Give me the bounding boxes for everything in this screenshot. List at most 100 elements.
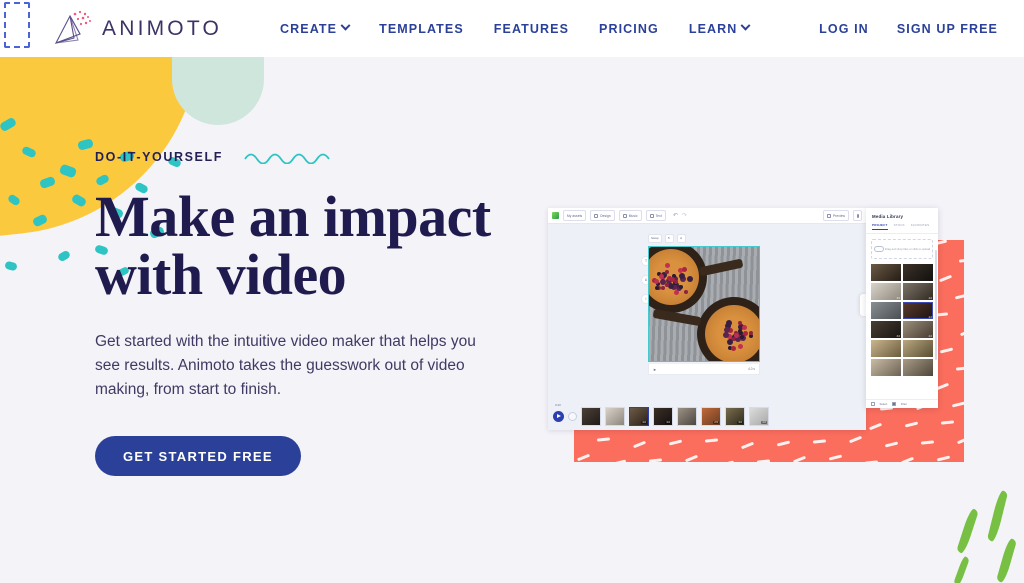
animoto-logo[interactable]: ANIMOTO bbox=[50, 10, 222, 48]
tab-favorites[interactable]: FAVORITES bbox=[911, 223, 929, 230]
animoto-fan-logo-icon bbox=[50, 10, 96, 48]
nav-item-templates[interactable]: TEMPLATES bbox=[379, 22, 464, 36]
clip-duration-badge: 4.0 bbox=[641, 421, 647, 424]
nav-item-pricing[interactable]: PRICING bbox=[599, 22, 659, 36]
toolbar-text-label: Text bbox=[656, 214, 662, 218]
media-library-tabs: PROJECT STOCK FAVORITES bbox=[866, 223, 938, 234]
login-link[interactable]: LOG IN bbox=[819, 22, 869, 36]
media-library-panel: Media Library PROJECT STOCK FAVORITES Dr… bbox=[866, 208, 938, 408]
media-thumbnail[interactable] bbox=[871, 340, 901, 357]
timeline-clip[interactable] bbox=[605, 407, 625, 426]
brush-stroke bbox=[577, 454, 590, 462]
select-checkbox-icon[interactable] bbox=[871, 402, 875, 406]
media-thumbnail[interactable]: 2.0 bbox=[903, 321, 933, 338]
canvas-photo[interactable] bbox=[648, 246, 760, 362]
tab-stock[interactable]: STOCK bbox=[894, 223, 905, 230]
timeline-clip[interactable]: 3.0 bbox=[725, 407, 745, 426]
thumbnail-duration: 3.0 bbox=[897, 335, 900, 338]
brush-stroke bbox=[865, 460, 878, 462]
frame-swap-button[interactable]: Swap bbox=[648, 234, 662, 243]
media-thumbnail[interactable] bbox=[871, 359, 901, 376]
rotate-icon[interactable]: ↻ bbox=[665, 234, 674, 243]
berry bbox=[738, 344, 743, 349]
brush-stroke bbox=[669, 439, 682, 445]
frame-toolbar: Swap ↻ ⎈ bbox=[648, 233, 686, 243]
brush-stroke bbox=[705, 438, 718, 442]
media-thumbnail[interactable] bbox=[871, 302, 901, 319]
cloud-upload-icon bbox=[874, 246, 882, 252]
nav-item-create[interactable]: CREATE bbox=[280, 22, 349, 36]
brush-stroke bbox=[957, 437, 964, 445]
clip-duration-badge: 3.0 bbox=[737, 421, 743, 424]
nav-item-features-label: FEATURES bbox=[494, 22, 569, 36]
brush-stroke bbox=[937, 455, 950, 461]
signup-link[interactable]: SIGN UP FREE bbox=[897, 22, 998, 36]
redo-icon[interactable]: ↷ bbox=[682, 212, 687, 219]
toolbar-design-label: Design bbox=[600, 214, 611, 218]
media-library-scrollbar[interactable] bbox=[935, 250, 937, 360]
play-icon[interactable]: ► bbox=[653, 367, 657, 372]
headline-line-1: Make an impact bbox=[95, 184, 491, 249]
timeline-play-button[interactable] bbox=[553, 411, 564, 422]
trash-icon[interactable]: ⎈ bbox=[677, 234, 686, 243]
berry bbox=[659, 274, 664, 279]
photo-duration: 4.0 s bbox=[748, 367, 755, 371]
timeline-clip[interactable] bbox=[677, 407, 697, 426]
media-thumbnail[interactable] bbox=[871, 264, 901, 281]
get-started-free-button[interactable]: GET STARTED FREE bbox=[95, 436, 301, 476]
filter-icon[interactable] bbox=[892, 402, 896, 406]
timeline-clip[interactable]: 4.0 bbox=[749, 407, 769, 426]
select-label: Select bbox=[880, 402, 888, 406]
media-thumbnail[interactable]: 4.0 bbox=[903, 283, 933, 300]
berry bbox=[682, 267, 687, 272]
timeline-clip[interactable] bbox=[581, 407, 601, 426]
tab-project[interactable]: PROJECT bbox=[872, 223, 888, 230]
clip-duration-badge: 3.0 bbox=[665, 421, 671, 424]
brush-stroke bbox=[613, 459, 626, 462]
nav-item-features[interactable]: FEATURES bbox=[494, 22, 569, 36]
timeline-clip[interactable]: 3.0 bbox=[653, 407, 673, 426]
media-library-title: Media Library bbox=[866, 208, 938, 223]
squiggle-icon bbox=[243, 150, 343, 164]
media-thumbnail[interactable] bbox=[903, 264, 933, 281]
undo-icon[interactable]: ↶ bbox=[673, 212, 678, 219]
toolbar-design-button[interactable]: Design bbox=[590, 210, 615, 221]
focus-outline-box bbox=[4, 2, 30, 48]
share-icon bbox=[857, 214, 859, 218]
brush-stroke bbox=[921, 440, 934, 444]
media-thumbnail[interactable]: 3.0 bbox=[871, 283, 901, 300]
timeline-add-button[interactable] bbox=[568, 412, 577, 421]
brush-stroke bbox=[905, 421, 918, 427]
page-title: Make an impact with video bbox=[95, 188, 525, 304]
media-thumbnail[interactable]: 4.0 bbox=[903, 302, 933, 319]
toolbar-music-button[interactable]: Music bbox=[619, 210, 642, 221]
hero-eyebrow: DO-IT-YOURSELF bbox=[95, 150, 223, 164]
brush-stroke bbox=[960, 329, 964, 337]
toolbar-text-button[interactable]: Text bbox=[646, 210, 666, 221]
editor-toolbar: My assets Design Music Text ↶ ↷ Preview bbox=[548, 208, 866, 224]
media-thumbnail[interactable] bbox=[903, 340, 933, 357]
nav-item-learn[interactable]: LEARN bbox=[689, 22, 750, 36]
brush-stroke bbox=[955, 293, 964, 299]
toolbar-my-assets-button[interactable]: My assets bbox=[563, 210, 586, 221]
nav-item-learn-label: LEARN bbox=[689, 22, 738, 36]
media-thumbnail[interactable]: 3.0 bbox=[871, 321, 901, 338]
timeline-clip-strip: 4.0 3.0 2.5 3.0 4.0 bbox=[581, 407, 769, 426]
upload-dropzone[interactable]: Drag and drop files or click to upload bbox=[871, 239, 933, 259]
main-nav-links: CREATE TEMPLATES FEATURES PRICING LEARN bbox=[280, 22, 749, 36]
clip-duration-badge: 2.5 bbox=[713, 421, 719, 424]
brush-stroke bbox=[939, 275, 952, 283]
hero-subcopy: Get started with the intuitive video mak… bbox=[95, 330, 495, 402]
timeline-duration: 0:20 bbox=[555, 403, 561, 407]
brush-stroke bbox=[956, 366, 964, 370]
thumbnail-duration: 3.0 bbox=[897, 297, 900, 300]
toolbar-preview-button[interactable]: Preview bbox=[823, 210, 849, 221]
timeline-clip[interactable]: 4.0 bbox=[629, 407, 649, 426]
brush-stroke bbox=[597, 437, 610, 441]
toolbar-share-button[interactable] bbox=[853, 210, 862, 221]
timeline-clip[interactable]: 2.5 bbox=[701, 407, 721, 426]
media-thumbnail[interactable] bbox=[903, 359, 933, 376]
brush-stroke bbox=[941, 420, 954, 424]
brush-stroke bbox=[757, 459, 770, 462]
app-screenshot-mockup: My assets Design Music Text ↶ ↷ Preview bbox=[548, 208, 968, 463]
